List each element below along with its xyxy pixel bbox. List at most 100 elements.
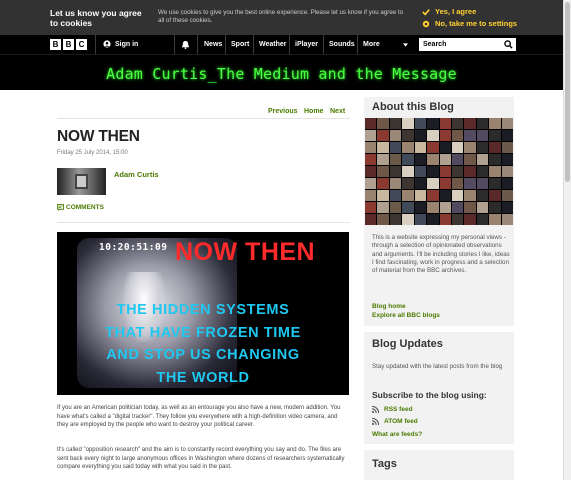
agree-cookies-button[interactable]: Yes, I agree <box>422 7 476 16</box>
notifications-bell-icon[interactable] <box>181 40 190 49</box>
nav-item-news[interactable]: News <box>204 41 222 48</box>
mosaic-tile <box>439 166 451 177</box>
mosaic-tile <box>464 214 476 225</box>
mosaic-tile <box>389 118 402 129</box>
what-are-feeds-link[interactable]: What are feeds? <box>372 431 422 438</box>
mosaic-tile <box>489 190 501 201</box>
explore-bbc-blogs-link[interactable]: Explore all BBC blogs <box>372 312 440 319</box>
bbc-logo[interactable]: B B C <box>50 39 87 50</box>
about-blog-heading: About this Blog <box>372 101 454 113</box>
mosaic-tile <box>489 166 501 177</box>
rss-feed-link[interactable]: RSS feed <box>372 406 413 413</box>
mosaic-tile <box>464 118 476 129</box>
author-link[interactable]: Adam Curtis <box>114 170 159 179</box>
mosaic-tile <box>389 190 402 201</box>
subscribe-heading: Subscribe to the blog using: <box>372 390 487 400</box>
mosaic-tile <box>439 214 451 225</box>
checkmark-icon <box>422 8 430 16</box>
mosaic-tile <box>414 118 427 129</box>
mosaic-tile <box>439 130 451 141</box>
mosaic-tile <box>365 118 377 129</box>
post-paragraph: It's called "opposition research" and th… <box>57 447 345 470</box>
post-hero-image: 10:20:51:09 NOW THEN THE HIDDEN SYSTEMS … <box>57 232 349 395</box>
mosaic-tile <box>377 166 389 177</box>
mosaic-tile <box>365 190 377 201</box>
mosaic-tile <box>427 130 439 141</box>
mosaic-tile <box>414 178 427 189</box>
mosaic-tile <box>464 154 476 165</box>
mosaic-tile <box>439 190 451 201</box>
cookie-settings-button[interactable]: No, take me to settings <box>422 19 517 28</box>
mosaic-tile <box>489 118 501 129</box>
mosaic-tile <box>451 190 464 201</box>
mosaic-tile <box>414 130 427 141</box>
settings-gear-icon <box>422 20 430 27</box>
nav-item-iplayer[interactable]: iPlayer <box>295 41 318 48</box>
comments-link[interactable]: COMMENTS <box>57 204 104 211</box>
mosaic-tile <box>476 154 489 165</box>
nav-divider <box>174 35 175 54</box>
nav-item-sport[interactable]: Sport <box>231 41 249 48</box>
previous-post-link[interactable]: Previous <box>268 108 298 115</box>
bbc-logo-letter: B <box>63 39 74 50</box>
search-input[interactable]: Search <box>419 38 516 51</box>
image-headline: NOW THEN <box>175 238 316 266</box>
mosaic-tile <box>464 178 476 189</box>
atom-feed-link[interactable]: ATOM feed <box>372 418 418 425</box>
mosaic-tile <box>402 166 414 177</box>
mosaic-tile <box>451 166 464 177</box>
mosaic-tile <box>451 178 464 189</box>
mosaic-tile <box>389 154 402 165</box>
mosaic-tile <box>365 142 377 153</box>
mosaic-tile <box>389 178 402 189</box>
search-icon[interactable] <box>504 40 513 49</box>
mosaic-tile <box>402 154 414 165</box>
mosaic-tile <box>501 154 513 165</box>
post-date: Friday 25 July 2014, 15:00 <box>57 150 128 156</box>
post-paragraph: If you are an American politician today,… <box>57 405 341 428</box>
page-scrollbar[interactable] <box>563 0 571 480</box>
mosaic-tile <box>451 130 464 141</box>
next-post-link[interactable]: Next <box>330 108 345 115</box>
mosaic-tile <box>389 202 402 213</box>
mosaic-tile <box>365 214 377 225</box>
mosaic-tile <box>402 178 414 189</box>
mosaic-tile <box>451 154 464 165</box>
mosaic-tile <box>489 214 501 225</box>
blog-updates-heading: Blog Updates <box>372 338 443 350</box>
blog-title[interactable]: Adam Curtis_The Medium and the Message <box>0 65 563 83</box>
sign-in-link[interactable]: Sign in <box>103 40 138 48</box>
mosaic-tile <box>414 154 427 165</box>
mosaic-tile <box>476 166 489 177</box>
nav-item-sounds[interactable]: Sounds <box>329 41 355 48</box>
mosaic-tile <box>476 118 489 129</box>
mosaic-tile <box>414 214 427 225</box>
author-avatar[interactable] <box>57 168 106 195</box>
nav-item-weather[interactable]: Weather <box>259 41 287 48</box>
mosaic-tile <box>427 202 439 213</box>
mosaic-tile <box>501 178 513 189</box>
mosaic-tile <box>476 202 489 213</box>
mosaic-tile <box>427 178 439 189</box>
mosaic-tile <box>476 142 489 153</box>
agree-cookies-label: Yes, I agree <box>435 7 477 16</box>
mosaic-tile <box>489 154 501 165</box>
mosaic-tile <box>464 166 476 177</box>
blog-home-link[interactable]: Blog home <box>372 303 406 310</box>
mosaic-tile <box>377 130 389 141</box>
mosaic-tile <box>464 142 476 153</box>
blog-home-pager-link[interactable]: Home <box>304 108 323 115</box>
mosaic-tile <box>439 118 451 129</box>
mosaic-tile <box>427 154 439 165</box>
mosaic-tile <box>402 118 414 129</box>
nav-divider <box>323 35 324 54</box>
mosaic-tile <box>501 130 513 141</box>
mosaic-tile <box>439 178 451 189</box>
nav-item-more[interactable]: More <box>363 41 380 48</box>
scrollbar-thumb[interactable] <box>565 2 570 182</box>
cookie-title: Let us know you agree to cookies <box>50 8 142 28</box>
mosaic-tile <box>476 214 489 225</box>
mosaic-tile <box>377 190 389 201</box>
cookie-settings-label: No, take me to settings <box>435 19 518 28</box>
atom-feed-icon <box>372 418 379 425</box>
